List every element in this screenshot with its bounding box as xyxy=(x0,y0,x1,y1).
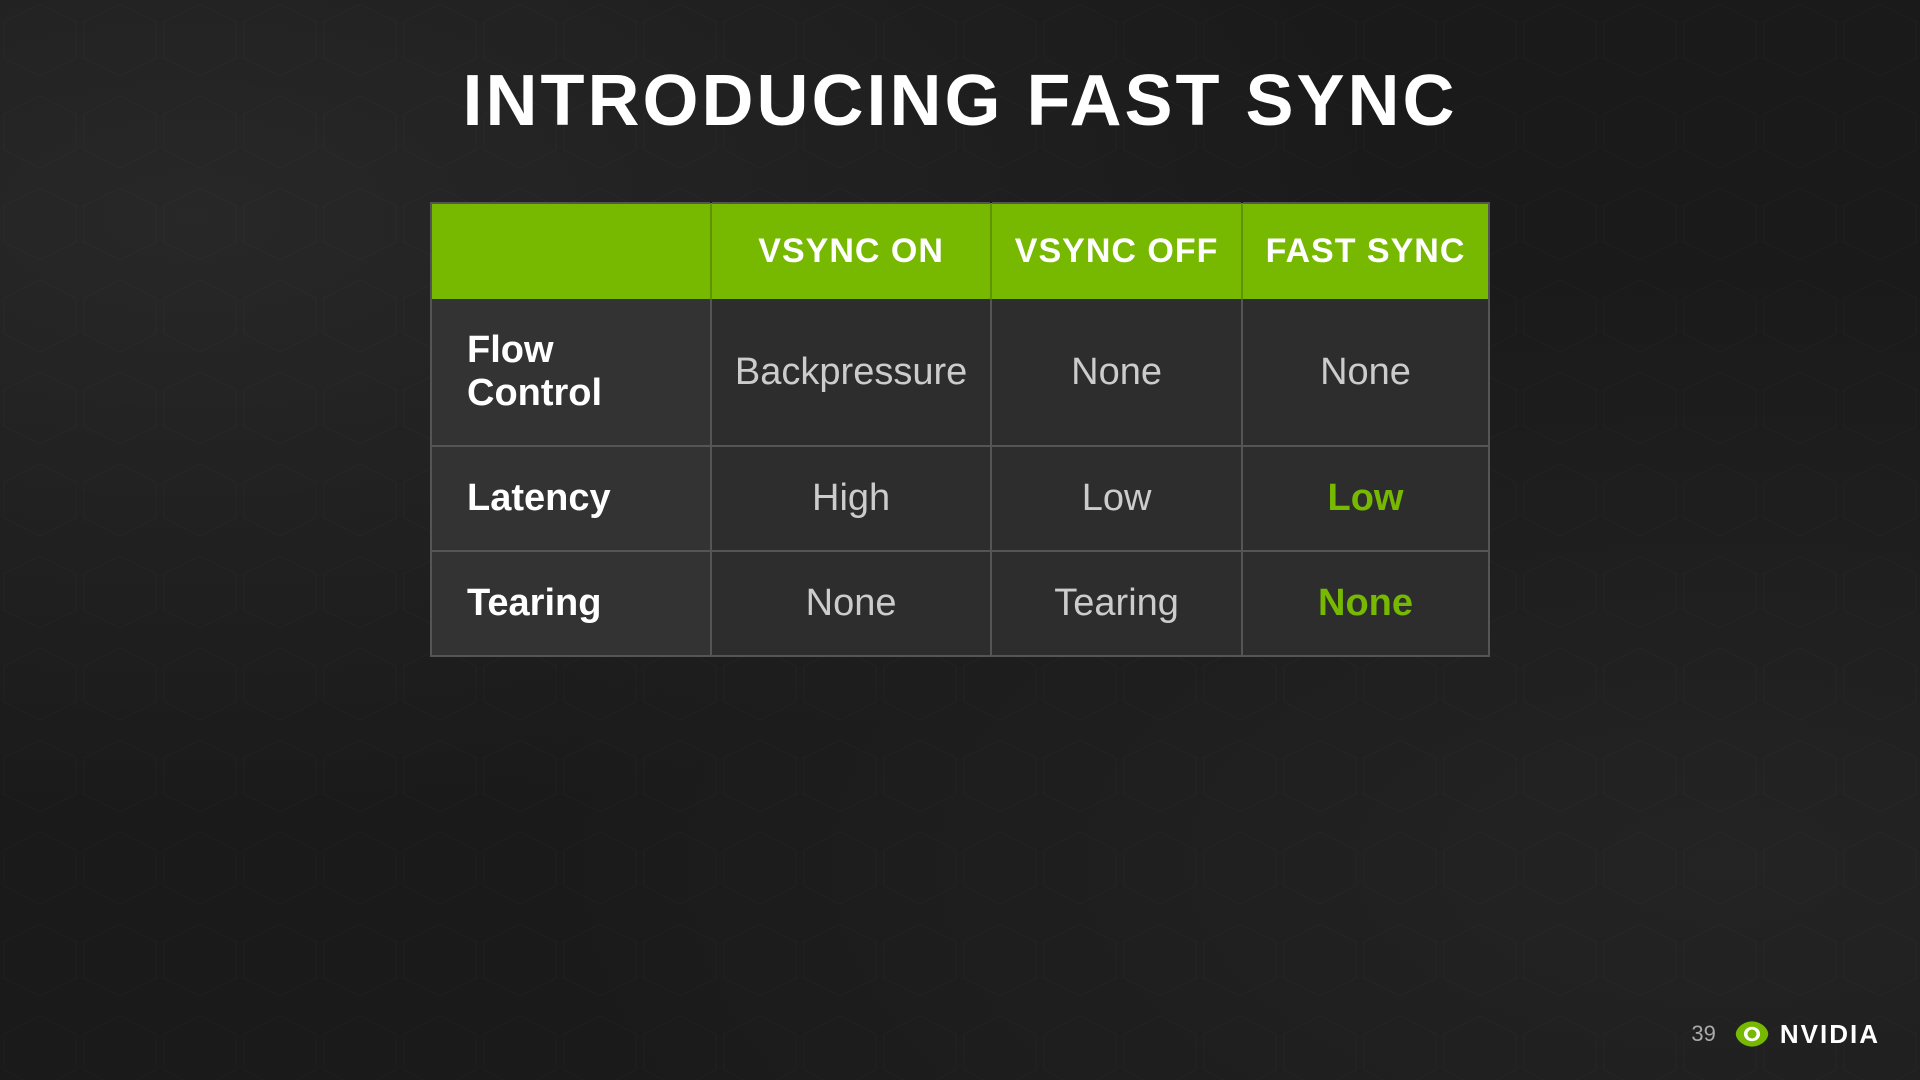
row-fast-sync-latency: Low xyxy=(1242,446,1489,551)
row-label-flow-control: Flow Control xyxy=(431,299,711,446)
table-header-row: VSYNC ON VSYNC OFF FAST SYNC xyxy=(431,203,1489,299)
row-vsync-on-tearing: None xyxy=(711,551,991,656)
slide-number: 39 xyxy=(1691,1021,1715,1047)
row-vsync-on-flow-control: Backpressure xyxy=(711,299,991,446)
row-label-tearing: Tearing xyxy=(431,551,711,656)
header-vsync-off: VSYNC OFF xyxy=(991,203,1242,299)
row-fast-sync-tearing: None xyxy=(1242,551,1489,656)
slide-container: INTRODUCING FAST SYNC VSYNC ON VSYNC OFF… xyxy=(0,0,1920,1080)
row-vsync-off-tearing: Tearing xyxy=(991,551,1242,656)
nvidia-brand: NVIDIA xyxy=(1780,1019,1880,1050)
row-label-latency: Latency xyxy=(431,446,711,551)
table-row: Tearing None Tearing None xyxy=(431,551,1489,656)
nvidia-logo: 39 NVIDIA xyxy=(1691,1016,1880,1052)
slide-title: INTRODUCING FAST SYNC xyxy=(462,60,1457,142)
table-body: Flow Control Backpressure None None Late… xyxy=(431,299,1489,656)
header-empty xyxy=(431,203,711,299)
table-row: Latency High Low Low xyxy=(431,446,1489,551)
row-fast-sync-flow-control: None xyxy=(1242,299,1489,446)
header-vsync-on: VSYNC ON xyxy=(711,203,991,299)
comparison-table: VSYNC ON VSYNC OFF FAST SYNC Flow Contro… xyxy=(430,202,1490,657)
nvidia-eye-icon xyxy=(1734,1016,1770,1052)
table-row: Flow Control Backpressure None None xyxy=(431,299,1489,446)
row-vsync-off-latency: Low xyxy=(991,446,1242,551)
row-vsync-off-flow-control: None xyxy=(991,299,1242,446)
row-vsync-on-latency: High xyxy=(711,446,991,551)
header-fast-sync: FAST SYNC xyxy=(1242,203,1489,299)
